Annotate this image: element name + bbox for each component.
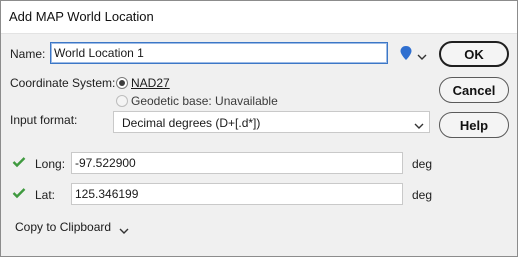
dialog-title: Add MAP World Location xyxy=(9,9,154,24)
input-format-value: Decimal degrees (D+[.d*]) xyxy=(122,116,261,130)
copy-to-clipboard-label: Copy to Clipboard xyxy=(15,220,112,234)
add-world-location-dialog: Add MAP World Location Name: World Locat… xyxy=(0,0,518,257)
long-input[interactable]: -97.522900 xyxy=(71,152,403,174)
lat-unit: deg xyxy=(412,188,433,202)
name-label: Name: xyxy=(10,47,46,61)
long-label: Long: xyxy=(35,157,66,171)
radio-geodetic-base xyxy=(116,95,128,107)
pin-chevron-down-icon[interactable] xyxy=(417,50,427,60)
lat-label: Lat: xyxy=(35,188,56,202)
copy-chevron-down-icon xyxy=(119,224,129,234)
long-checkmark-icon xyxy=(12,156,26,168)
long-unit: deg xyxy=(412,157,433,171)
input-format-select[interactable]: Decimal degrees (D+[.d*]) xyxy=(113,111,430,133)
coordinate-system-label: Coordinate System: xyxy=(10,76,116,90)
radio-geodetic-base-label: Geodetic base: Unavailable xyxy=(131,94,278,108)
cancel-button[interactable]: Cancel xyxy=(439,77,509,103)
title-bar: Add MAP World Location xyxy=(1,1,517,34)
chevron-down-icon[interactable] xyxy=(414,119,424,129)
input-format-label: Input format: xyxy=(10,113,78,127)
copy-to-clipboard-button[interactable]: Copy to Clipboard xyxy=(15,219,129,235)
radio-nad27[interactable] xyxy=(116,77,128,89)
lat-input[interactable]: 125.346199 xyxy=(71,183,403,205)
radio-nad27-label[interactable]: NAD27 xyxy=(131,76,170,90)
name-input[interactable]: World Location 1 xyxy=(50,42,388,64)
location-pin-icon[interactable] xyxy=(399,45,413,61)
lat-checkmark-icon xyxy=(12,187,26,199)
ok-button[interactable]: OK xyxy=(439,41,509,67)
help-button[interactable]: Help xyxy=(439,112,509,138)
